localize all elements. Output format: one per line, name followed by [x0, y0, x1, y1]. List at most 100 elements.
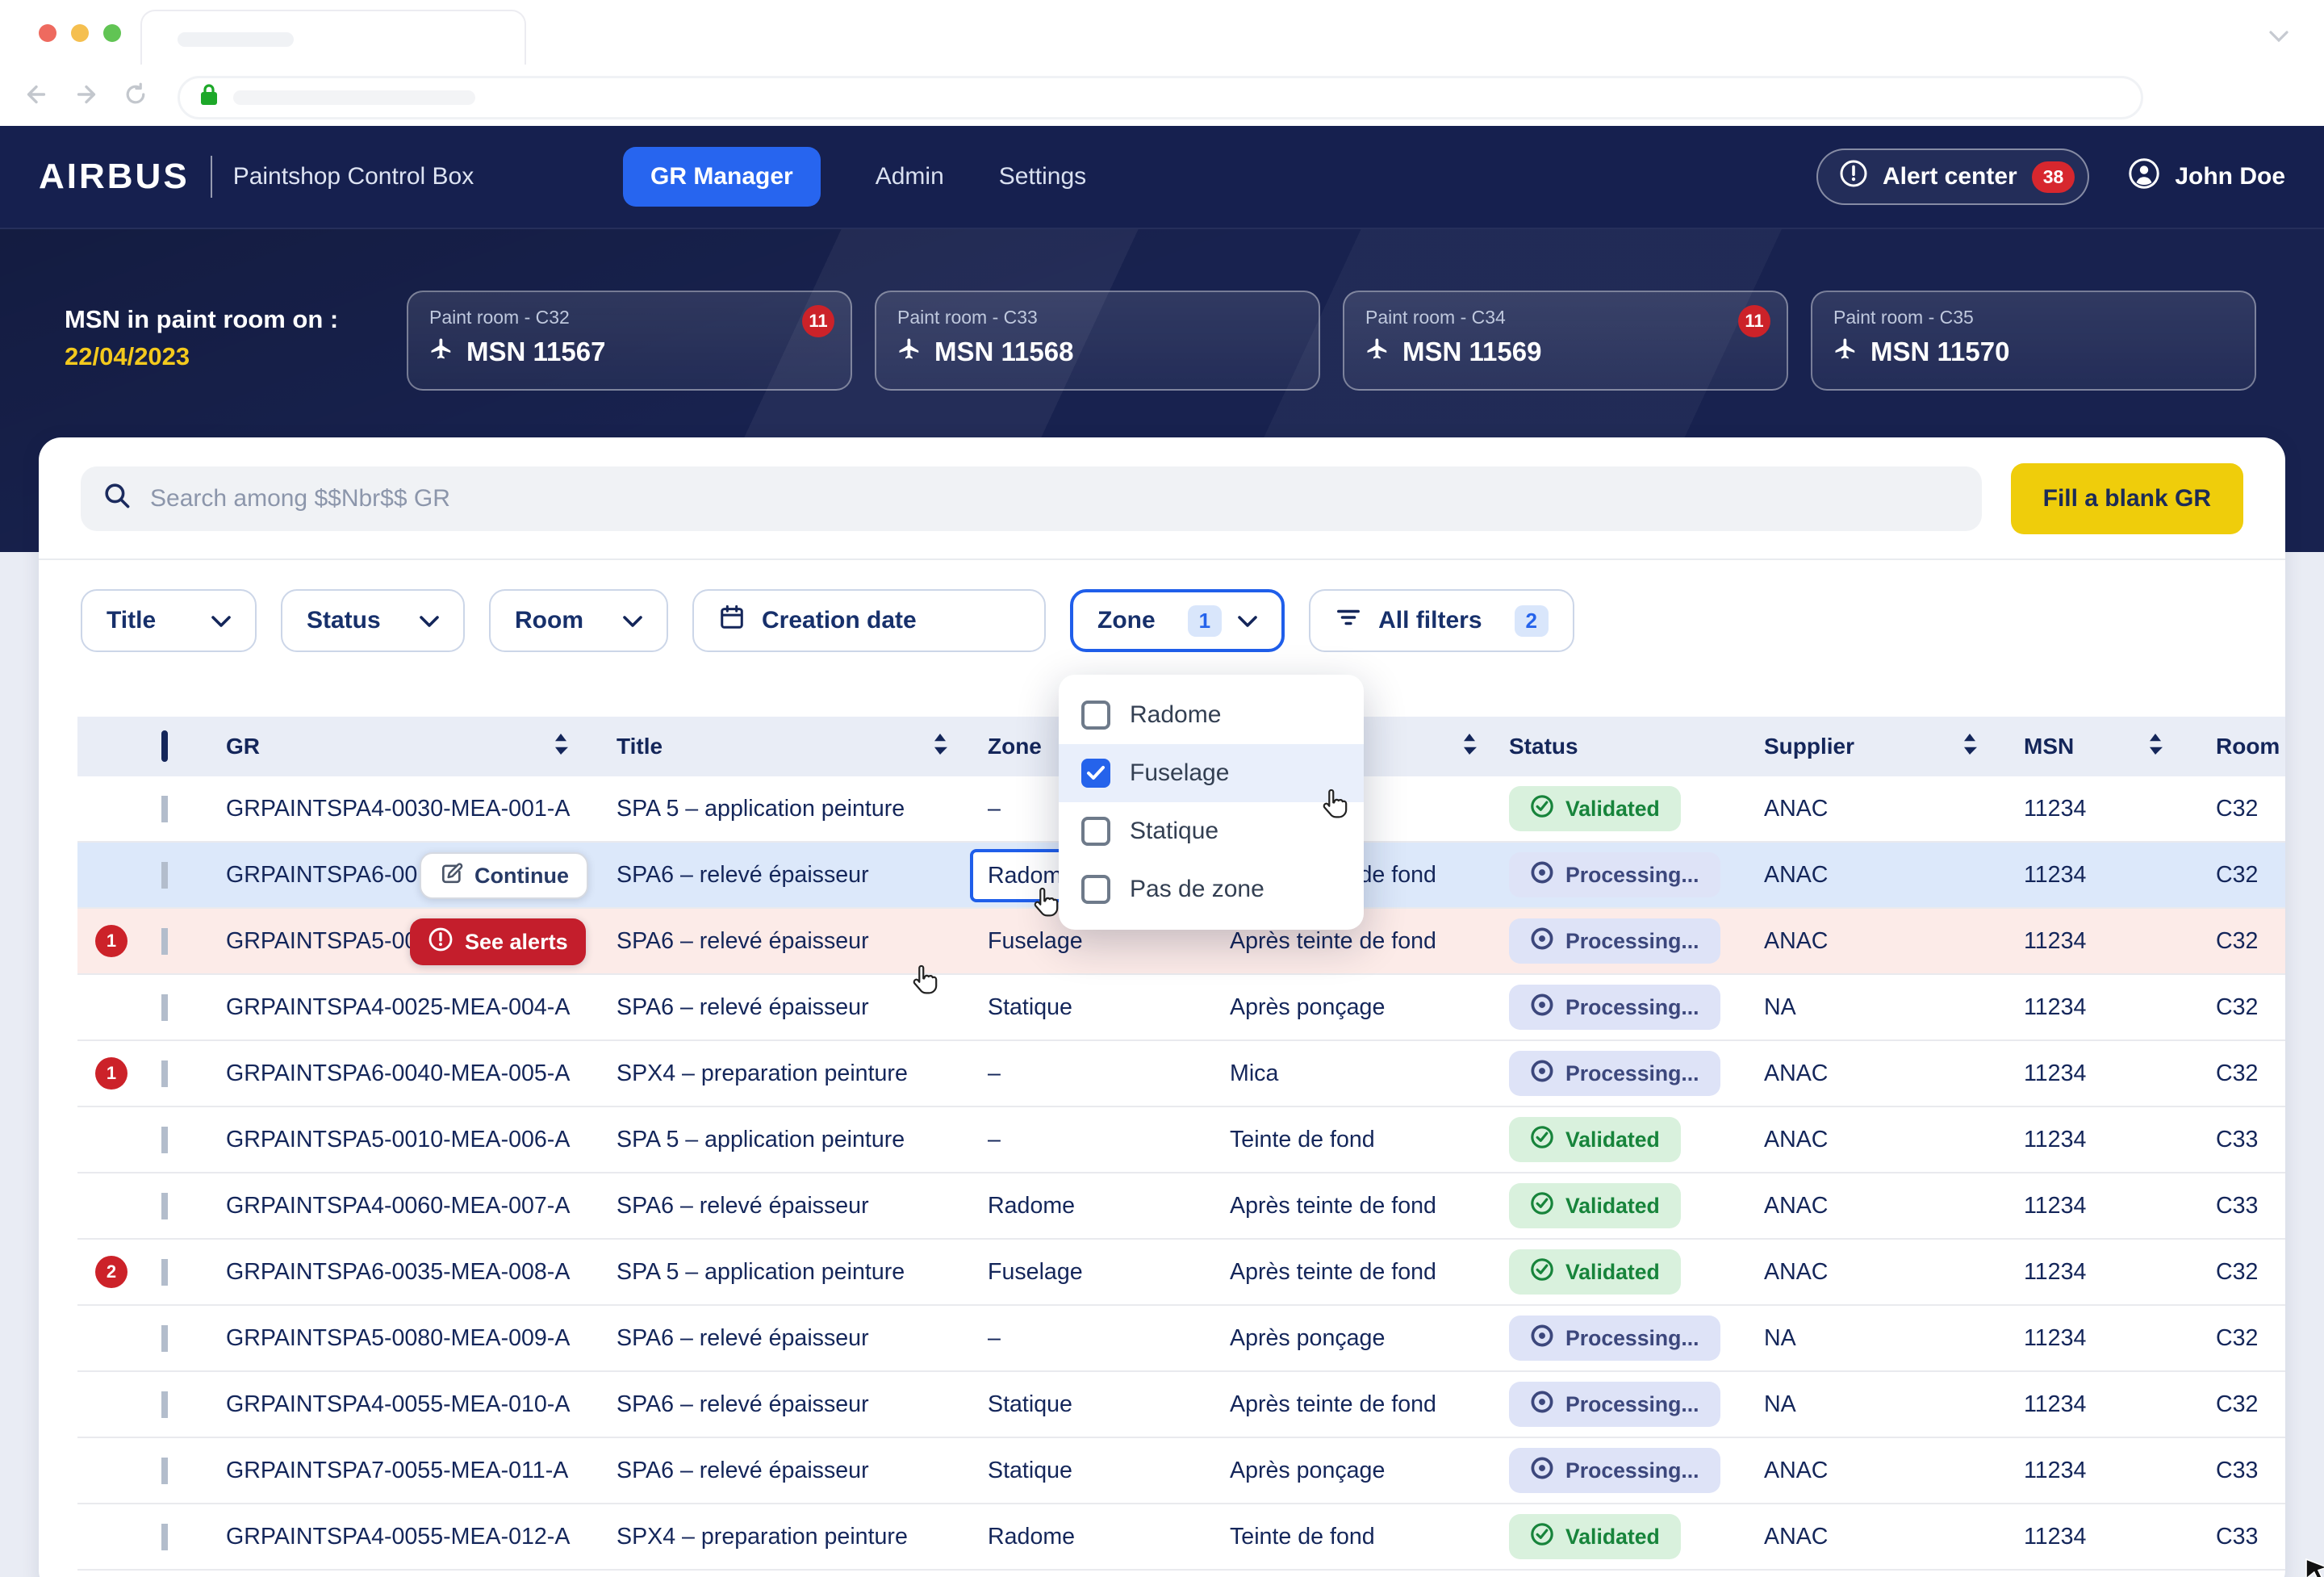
- title-cell: SPA6 – relevé épaisseur: [581, 994, 960, 1021]
- checkbox-icon[interactable]: [1081, 701, 1110, 730]
- lock-icon: [199, 82, 219, 113]
- col-status-label: Status: [1490, 734, 1578, 759]
- tab-gr-manager[interactable]: GR Manager: [623, 147, 821, 207]
- col-msn-label: MSN: [1990, 734, 2074, 759]
- row-select-cell: [77, 1391, 202, 1418]
- chevron-down-icon[interactable]: [2269, 19, 2288, 49]
- row-checkbox[interactable]: [161, 796, 168, 822]
- table-row[interactable]: GRPAINTSPA5-0010-MEA-006-ASPA 5 – applic…: [77, 1107, 2285, 1173]
- alert-center-button[interactable]: Alert center 38: [1816, 148, 2089, 205]
- row-checkbox[interactable]: [161, 994, 168, 1021]
- search-bar[interactable]: [81, 466, 1982, 531]
- step-cell: Après ponçage: [1215, 994, 1490, 1021]
- col-room-header: Room: [2176, 717, 2285, 776]
- sort-icon[interactable]: [933, 734, 947, 760]
- edit-icon: [439, 861, 463, 891]
- sort-icon[interactable]: [1962, 734, 1977, 760]
- address-bar[interactable]: [178, 76, 2143, 119]
- paint-room-card[interactable]: Paint room - C32MSN 1156711: [407, 291, 852, 391]
- filter-zone[interactable]: Zone1: [1070, 589, 1285, 652]
- row-checkbox[interactable]: [161, 862, 168, 889]
- table-row[interactable]: GRPAINTSPA7-0055-MEA-011-ASPA6 – relevé …: [77, 1438, 2285, 1504]
- checkbox-icon[interactable]: [1081, 817, 1110, 846]
- zone-cell: Radome: [960, 1524, 1215, 1550]
- row-select-cell: [77, 862, 202, 889]
- close-window-icon[interactable]: [39, 24, 56, 42]
- filter-status[interactable]: Status: [281, 589, 465, 652]
- forward-icon[interactable]: [73, 81, 100, 115]
- table-row[interactable]: 1GRPAINTSPA6-0040-MEA-005-ASPX4 – prepar…: [77, 1041, 2285, 1107]
- row-checkbox[interactable]: [161, 1458, 168, 1484]
- status-badge: Processing...: [1509, 1382, 1720, 1427]
- msn-cell: 11234: [1990, 1458, 2176, 1484]
- filter-title[interactable]: Title: [81, 589, 257, 652]
- status-cell: Processing...: [1490, 1448, 1732, 1493]
- row-checkbox[interactable]: [161, 1259, 168, 1286]
- supplier-cell: NA: [1732, 1391, 1990, 1418]
- room-cell: C32: [2176, 928, 2285, 955]
- zone-option-pas-de-zone[interactable]: Pas de zone: [1059, 860, 1364, 918]
- tab-admin[interactable]: Admin: [876, 163, 944, 190]
- table-row[interactable]: GRPAINTSPA4-0055-MEA-012-ASPX4 – prepara…: [77, 1504, 2285, 1571]
- checkbox-icon[interactable]: [1081, 875, 1110, 904]
- row-checkbox[interactable]: [161, 1060, 168, 1087]
- supplier-cell: ANAC: [1732, 1524, 1990, 1550]
- gr-id: GRPAINTSPA4-0055-MEA-010-A: [226, 1391, 570, 1417]
- row-checkbox[interactable]: [161, 928, 168, 955]
- msn-cell: 11234: [1990, 928, 2176, 955]
- filter-chips: Title Status Room Creation date Zone1 All fil…: [81, 589, 1574, 652]
- row-select-cell: [77, 1193, 202, 1219]
- step-cell: Teinte de fond: [1215, 1127, 1490, 1153]
- status-badge: Processing...: [1509, 1316, 1720, 1361]
- tab-settings[interactable]: Settings: [999, 163, 1086, 190]
- filter-all-filters[interactable]: All filters2: [1309, 589, 1574, 652]
- filter-creation-date[interactable]: Creation date: [692, 589, 1046, 652]
- row-checkbox[interactable]: [161, 1325, 168, 1352]
- search-input[interactable]: [147, 483, 1959, 514]
- msn-cell: 11234: [1990, 862, 2176, 889]
- filter-count-badge: 2: [1515, 605, 1549, 637]
- zone-option-radome[interactable]: Radome: [1059, 686, 1364, 744]
- browser-tab[interactable]: [140, 10, 526, 65]
- fill-blank-gr-button[interactable]: Fill a blank GR: [2011, 463, 2243, 534]
- sort-icon[interactable]: [1462, 734, 1477, 760]
- title-cell: SPA6 – relevé épaisseur: [581, 1391, 960, 1418]
- status-cell: Processing...: [1490, 1051, 1732, 1096]
- row-checkbox[interactable]: [161, 1127, 168, 1153]
- maximize-window-icon[interactable]: [103, 24, 121, 42]
- row-checkbox[interactable]: [161, 1524, 168, 1550]
- minimize-window-icon[interactable]: [71, 24, 89, 42]
- sort-icon[interactable]: [554, 734, 568, 760]
- processing-icon: [1530, 927, 1554, 956]
- row-checkbox[interactable]: [161, 1193, 168, 1219]
- msn-cell: 11234: [1990, 1127, 2176, 1153]
- table-row[interactable]: GRPAINTSPA5-0080-MEA-009-ASPA6 – relevé …: [77, 1306, 2285, 1372]
- gr-id-cell: GRPAINTSPA4-0055-MEA-012-A: [202, 1524, 581, 1550]
- row-select-cell: [77, 1458, 202, 1484]
- sort-icon[interactable]: [2148, 734, 2163, 760]
- back-icon[interactable]: [23, 81, 50, 115]
- msn-number: MSN 11570: [1870, 337, 2009, 367]
- table-row[interactable]: GRPAINTSPA4-0060-MEA-007-ASPA6 – relevé …: [77, 1173, 2285, 1240]
- paint-room-name: Paint room - C35: [1833, 307, 2234, 328]
- select-all-checkbox[interactable]: [161, 730, 168, 762]
- filter-room[interactable]: Room: [489, 589, 668, 652]
- row-checkbox[interactable]: [161, 1391, 168, 1418]
- supplier-cell: NA: [1732, 1325, 1990, 1352]
- reload-icon[interactable]: [123, 82, 148, 114]
- table-row[interactable]: 2GRPAINTSPA6-0035-MEA-008-ASPA 5 – appli…: [77, 1240, 2285, 1306]
- user-menu[interactable]: John Doe: [2128, 157, 2285, 196]
- paint-room-card[interactable]: Paint room - C33MSN 11568: [875, 291, 1320, 391]
- see-alerts-button[interactable]: See alerts: [410, 918, 586, 965]
- gr-id: GRPAINTSPA5-005: [226, 928, 430, 954]
- paint-room-msn: MSN 11569: [1365, 337, 1766, 367]
- col-gr-label: GR: [202, 734, 260, 759]
- continue-button[interactable]: Continue: [420, 852, 588, 899]
- zone-cell: Radome: [960, 1193, 1215, 1219]
- table-row[interactable]: GRPAINTSPA4-0025-MEA-004-ASPA6 – relevé …: [77, 975, 2285, 1041]
- gr-id: GRPAINTSPA6-0040-MEA-005-A: [226, 1060, 570, 1086]
- paint-room-card[interactable]: Paint room - C34MSN 1156911: [1343, 291, 1788, 391]
- table-row[interactable]: GRPAINTSPA4-0055-MEA-010-A SPA6 – relevé …: [77, 1372, 2285, 1438]
- checkbox-checked-icon[interactable]: [1081, 759, 1110, 788]
- paint-room-card[interactable]: Paint room - C35 MSN 11570: [1811, 291, 2256, 391]
